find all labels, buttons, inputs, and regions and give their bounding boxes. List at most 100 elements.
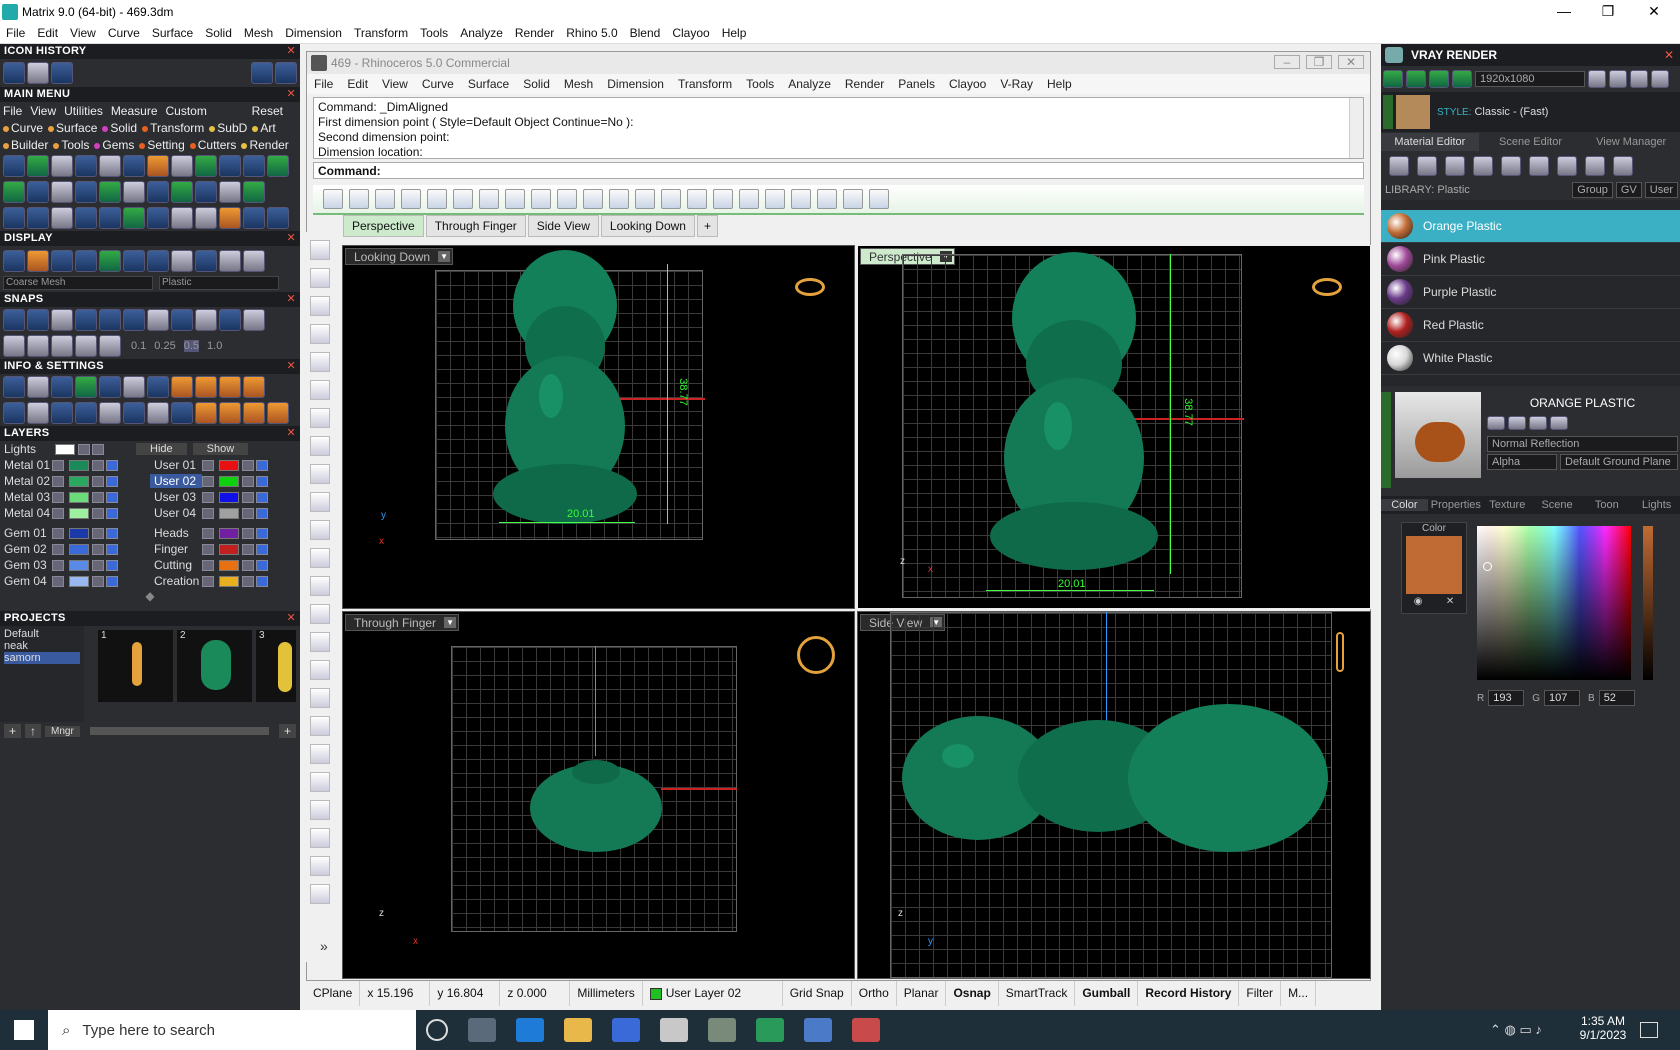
material-tool-icon[interactable]: [1501, 156, 1521, 176]
tool-icon[interactable]: [171, 402, 193, 424]
layer-toggle-icon[interactable]: [92, 443, 104, 455]
subtab-properties[interactable]: Properties: [1431, 499, 1481, 511]
subtab-texture[interactable]: Texture: [1484, 499, 1531, 511]
tool-icon[interactable]: [147, 250, 169, 272]
tool-icon[interactable]: [243, 207, 265, 229]
layer-color-swatch[interactable]: [69, 575, 89, 587]
rhino-tool-icon[interactable]: [869, 189, 889, 209]
side-tool-icon[interactable]: [310, 352, 330, 372]
layer-lock-icon[interactable]: [92, 491, 104, 503]
library-user-toggle[interactable]: User: [1644, 182, 1678, 198]
tool-icon[interactable]: [75, 250, 97, 272]
layer-row[interactable]: Gem 01: [0, 525, 150, 541]
mesh-select[interactable]: Coarse Mesh: [3, 276, 153, 290]
tool-icon[interactable]: [51, 376, 73, 398]
layer-lock-icon[interactable]: [242, 543, 254, 555]
subtab-toon[interactable]: Toon: [1583, 499, 1630, 511]
layer-color-swatch[interactable]: [219, 459, 239, 471]
layer-visible-icon[interactable]: [256, 559, 268, 571]
mm-category-gems[interactable]: Gems: [94, 138, 134, 152]
status-toggle-osnap[interactable]: Osnap: [946, 981, 999, 1006]
project-item[interactable]: Default: [4, 628, 80, 640]
project-thumbnail[interactable]: 1: [98, 630, 173, 702]
layer-row[interactable]: Metal 04: [0, 505, 150, 521]
viewport-through-finger[interactable]: Through Finger ▼ z x: [342, 611, 855, 979]
rhino-app-icon[interactable]: [852, 1018, 880, 1042]
rhino-menu-solid[interactable]: Solid: [516, 77, 557, 91]
rhino-menu-analyze[interactable]: Analyze: [781, 77, 838, 91]
side-tool-icon[interactable]: [310, 800, 330, 820]
tool-icon[interactable]: [147, 207, 169, 229]
render-icon[interactable]: [1429, 70, 1449, 88]
material-item[interactable]: White Plastic: [1381, 342, 1680, 375]
rhino-tool-icon[interactable]: [583, 189, 603, 209]
tool-icon[interactable]: [171, 250, 193, 272]
material-tool-icon[interactable]: [1389, 156, 1409, 176]
tool-icon[interactable]: [243, 402, 265, 424]
layer-name[interactable]: Metal 03: [0, 490, 52, 504]
tool-icon[interactable]: [75, 309, 97, 331]
menu-transform[interactable]: Transform: [348, 26, 414, 40]
layer-row[interactable]: User 02: [150, 473, 300, 489]
rhino-tool-icon[interactable]: [531, 189, 551, 209]
layer-color-swatch[interactable]: [69, 459, 89, 471]
alpha-toggle[interactable]: Alpha: [1487, 454, 1557, 470]
tool-icon[interactable]: [219, 309, 241, 331]
more-tools-icon[interactable]: »: [320, 938, 328, 954]
layer-expand-icon[interactable]: [52, 543, 64, 555]
rhino-menu-view[interactable]: View: [375, 77, 415, 91]
layer-name[interactable]: Gem 02: [0, 542, 52, 556]
menu-tools[interactable]: Tools: [414, 26, 454, 40]
tool-icon[interactable]: [99, 207, 121, 229]
side-tool-icon[interactable]: [310, 744, 330, 764]
tab-view-manager[interactable]: View Manager: [1582, 133, 1680, 151]
tool-icon[interactable]: [195, 250, 217, 272]
clear-color-icon[interactable]: ✕: [1446, 596, 1454, 607]
rhino-tool-icon[interactable]: [375, 189, 395, 209]
layer-expand-icon[interactable]: [52, 459, 64, 471]
side-tool-icon[interactable]: [310, 576, 330, 596]
layer-visible-icon[interactable]: [256, 507, 268, 519]
status-toggle-record-history[interactable]: Record History: [1138, 981, 1240, 1006]
layer-visible-icon[interactable]: [106, 491, 118, 503]
project-item-selected[interactable]: samorn: [4, 652, 80, 664]
tool-icon[interactable]: [219, 155, 241, 177]
history-scrollbar[interactable]: [1349, 98, 1363, 158]
tool-icon[interactable]: [219, 181, 241, 203]
tool-icon[interactable]: [195, 376, 217, 398]
rhino-menu-edit[interactable]: Edit: [340, 77, 375, 91]
menu-rhino5[interactable]: Rhino 5.0: [560, 26, 623, 40]
layer-lock-icon[interactable]: [242, 575, 254, 587]
tool-icon[interactable]: [243, 376, 265, 398]
tool-icon[interactable]: [147, 181, 169, 203]
status-toggle-m-[interactable]: M...: [1281, 981, 1317, 1006]
layer-expand-icon[interactable]: [52, 559, 64, 571]
tool-icon[interactable]: [3, 402, 25, 424]
menu-file[interactable]: File: [0, 26, 31, 40]
rhino-menu-surface[interactable]: Surface: [461, 77, 516, 91]
material-item[interactable]: Orange Plastic: [1381, 210, 1680, 243]
tool-icon[interactable]: [99, 376, 121, 398]
layer-expand-icon[interactable]: [202, 475, 214, 487]
close-icon[interactable]: ✕: [286, 359, 296, 374]
layer-name[interactable]: Heads: [150, 526, 202, 540]
tool-icon[interactable]: [27, 207, 49, 229]
taskbar-search[interactable]: ⌕ Type here to search: [48, 1010, 416, 1050]
menu-curve[interactable]: Curve: [102, 26, 146, 40]
layer-color-swatch[interactable]: [219, 575, 239, 587]
material-tool-icon[interactable]: [1613, 156, 1633, 176]
tool-icon[interactable]: [51, 402, 73, 424]
viewport-looking-down[interactable]: Looking Down ▼ 20.01 38.77 x y: [342, 245, 855, 609]
g-input[interactable]: 107: [1544, 690, 1581, 706]
layer-expand-icon[interactable]: [202, 543, 214, 555]
layer-visible-icon[interactable]: [106, 459, 118, 471]
menu-clayoo[interactable]: Clayoo: [666, 26, 715, 40]
layer-name[interactable]: Gem 04: [0, 574, 52, 588]
material-tool-icon[interactable]: [1557, 156, 1577, 176]
collapse-icon[interactable]: [1383, 95, 1393, 129]
rhino-tool-icon[interactable]: [661, 189, 681, 209]
rhino-tool-icon[interactable]: [635, 189, 655, 209]
side-tool-icon[interactable]: [310, 632, 330, 652]
toolbar-icon[interactable]: [1651, 70, 1669, 88]
color-picker-icon[interactable]: ◉: [1414, 596, 1423, 607]
